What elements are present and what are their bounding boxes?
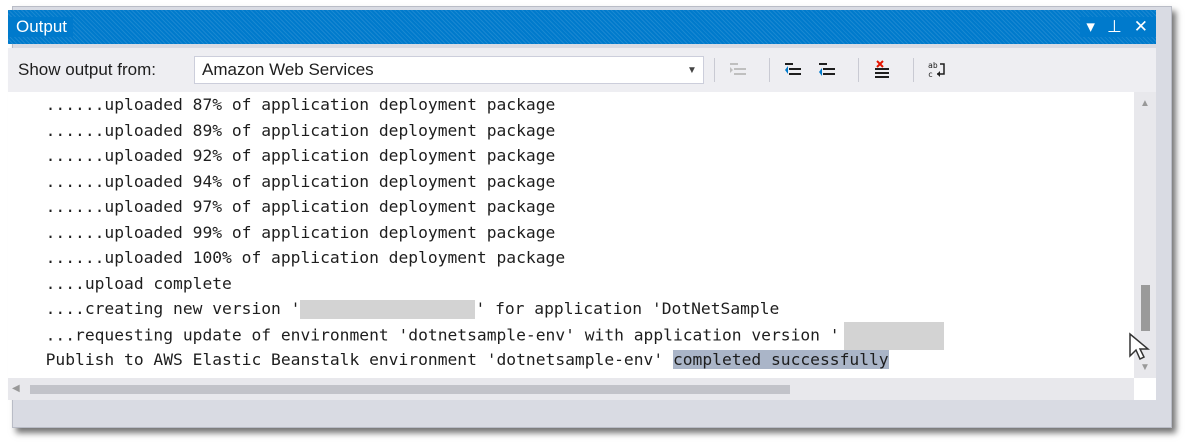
output-title-bar: Output ▾ ⊥ ✕	[8, 10, 1156, 44]
output-toolbar: Show output from: Amazon Web Services ▼ …	[8, 48, 1156, 92]
output-text[interactable]: ......uploaded 87% of application deploy…	[26, 92, 1132, 373]
svg-text:c: c	[928, 70, 933, 79]
toggle-word-wrap-icon[interactable]: ab c	[924, 57, 950, 83]
output-line: ......uploaded 94% of application deploy…	[26, 171, 556, 191]
selected-text: completed successfully	[672, 350, 889, 369]
clear-all-icon[interactable]	[869, 57, 895, 83]
creating-prefix: ....creating new version '	[26, 299, 301, 318]
output-line-requesting-update: ...requesting update of environment 'dot…	[26, 321, 1132, 350]
horizontal-scroll-thumb[interactable]	[30, 385, 790, 394]
output-source-select[interactable]: Amazon Web Services ▼	[194, 56, 704, 84]
toolbar-separator	[714, 58, 715, 82]
output-line: ......uploaded 92% of application deploy…	[26, 146, 556, 165]
output-line-creating-version: ....creating new version ' ' for applicat…	[26, 296, 1132, 322]
svg-text:ab: ab	[928, 61, 938, 70]
toolbar-separator	[769, 58, 770, 82]
redacted-version	[300, 300, 476, 319]
toolbar-separator	[913, 58, 914, 82]
go-to-next-message-icon[interactable]	[814, 57, 840, 83]
creating-suffix: ' for application 'DotNetSample	[475, 299, 780, 318]
output-line: ......uploaded 87% of application deploy…	[26, 95, 556, 114]
redacted-version	[843, 321, 944, 350]
show-output-from-label: Show output from:	[18, 60, 156, 79]
find-message-in-code-icon[interactable]	[725, 57, 751, 83]
window-title: Output	[8, 17, 74, 37]
scroll-left-icon[interactable]: ◀	[12, 378, 20, 400]
output-line: ......uploaded 89% of application deploy…	[26, 120, 556, 140]
output-line: ....upload complete	[26, 273, 232, 293]
output-line: ......uploaded 97% of application deploy…	[26, 197, 556, 216]
mouse-cursor-icon	[1129, 332, 1150, 361]
output-source-value: Amazon Web Services	[202, 60, 374, 79]
window-position-dropdown-icon[interactable]: ▾	[1086, 17, 1095, 37]
go-to-previous-message-icon[interactable]	[780, 57, 806, 83]
chevron-down-icon[interactable]: ▼	[681, 65, 703, 76]
output-line-publish: Publish to AWS Elastic Beanstalk environ…	[26, 347, 1132, 373]
publish-prefix: Publish to AWS Elastic Beanstalk environ…	[26, 350, 673, 369]
close-icon[interactable]: ✕	[1134, 17, 1148, 37]
toolbar-separator	[858, 58, 859, 82]
output-line: ......uploaded 99% of application deploy…	[26, 222, 556, 242]
requesting-prefix: ...requesting update of environment 'dot…	[26, 325, 840, 344]
scroll-up-icon[interactable]: ▲	[1134, 92, 1156, 114]
horizontal-scrollbar[interactable]: ◀	[8, 378, 1134, 400]
pin-icon[interactable]: ⊥	[1107, 17, 1122, 37]
vertical-scroll-thumb[interactable]	[1141, 285, 1150, 331]
window-controls: ▾ ⊥ ✕	[1080, 17, 1156, 37]
output-line: ......uploaded 100% of application deplo…	[26, 248, 566, 267]
output-pane[interactable]: ......uploaded 87% of application deploy…	[8, 92, 1156, 400]
